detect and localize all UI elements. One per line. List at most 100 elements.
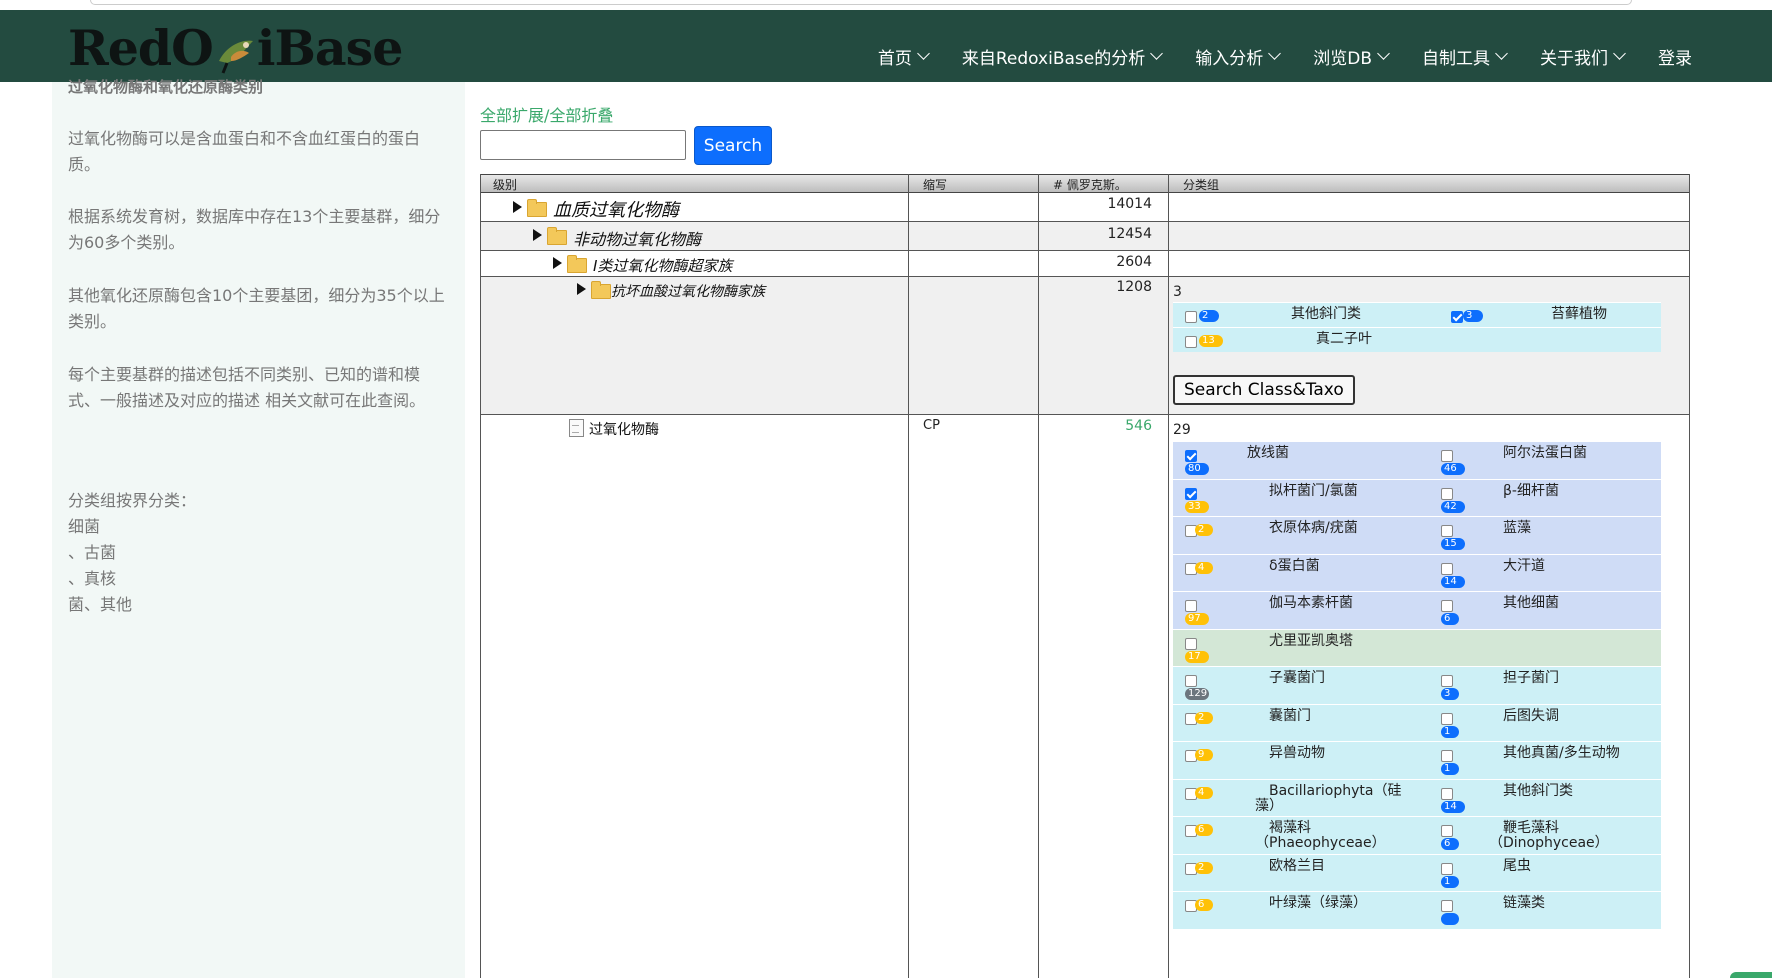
nav-about[interactable]: 关于我们 <box>1540 44 1626 69</box>
nav-login[interactable]: 登录 <box>1658 44 1692 69</box>
column-divider <box>1038 174 1039 978</box>
count-value: 1208 <box>1116 279 1152 295</box>
search-class-taxo-button[interactable]: Search Class&Taxo <box>1173 375 1355 405</box>
search-input[interactable] <box>480 130 686 160</box>
taxo-checkbox[interactable] <box>1441 862 1453 875</box>
expand-collapse-links: 全部扩展/全部折叠 <box>480 102 613 126</box>
taxo-checkbox-checked[interactable] <box>1451 311 1463 323</box>
count-value: 14014 <box>1107 196 1152 212</box>
table-row[interactable]: 过氧化物酶 CP 546 29 80 放线菌 46 阿尔法蛋白菌 33 拟杆菌门/氯菌 42… <box>481 415 1689 978</box>
taxo-checkbox[interactable] <box>1185 600 1197 612</box>
level-label[interactable]: 非动物过氧化物酶 <box>573 226 701 250</box>
nav-tools[interactable]: 自制工具 <box>1422 44 1508 69</box>
taxo-name: 叶绿藻（绿藻） <box>1269 896 1367 911</box>
taxo-checkbox-checked[interactable] <box>1185 487 1197 500</box>
count-badge: 14 <box>1441 575 1465 588</box>
level-label[interactable]: 血质过氧化物酶 <box>553 196 679 222</box>
count-badge: 6 <box>1195 899 1213 911</box>
collapse-all-link[interactable]: 全部折叠 <box>549 106 613 125</box>
taxo-name: 子囊菌门 <box>1269 671 1325 686</box>
table-row[interactable]: I类过氧化物酶超家族 2604 <box>481 251 1689 277</box>
folder-icon <box>547 227 567 245</box>
logo[interactable]: RedO iBase <box>68 24 403 75</box>
count-badge: 2 <box>1195 711 1213 724</box>
count-badge: 6 <box>1195 824 1213 836</box>
taxo-row: 97 伽马本素杆菌 6 其他细菌 <box>1173 591 1661 629</box>
count-badge: 97 <box>1185 613 1209 625</box>
taxo-checkbox[interactable] <box>1441 825 1453 837</box>
count-badge: 4 <box>1195 561 1213 574</box>
taxo-name: 后图失调 <box>1503 708 1559 724</box>
expand-triangle-icon[interactable] <box>577 283 586 295</box>
taxo-name: 其他真菌/多生动物 <box>1503 746 1620 761</box>
count-badge: 80 <box>1185 463 1209 475</box>
taxo-checkbox[interactable] <box>1441 600 1453 612</box>
taxo-name-line: 异兽动物 <box>1269 745 1325 761</box>
expand-all-link[interactable]: 全部扩展 <box>480 106 544 125</box>
expand-triangle-icon[interactable] <box>533 229 542 241</box>
taxo-checkbox[interactable] <box>1441 450 1453 462</box>
taxo-checkbox[interactable] <box>1441 675 1453 687</box>
folder-icon <box>527 199 547 217</box>
taxo-count: 29 <box>1173 422 1191 438</box>
taxo-name-line: 叶绿藻（绿藻） <box>1269 895 1367 911</box>
taxo-name: 尤里亚凯奥塔 <box>1269 632 1353 649</box>
search-button[interactable]: Search <box>694 126 772 165</box>
taxo-checkbox[interactable] <box>1185 675 1197 687</box>
level-label[interactable]: 抗坏血酸过氧化物酶家族 <box>611 281 765 301</box>
level-label[interactable]: 过氧化物酶 <box>589 419 659 439</box>
count-badge: 13 <box>1199 335 1223 347</box>
taxo-name-line: （Phaeophyceae） <box>1255 835 1386 851</box>
document-icon <box>569 419 584 437</box>
taxo-checkbox[interactable] <box>1185 336 1197 348</box>
count-value[interactable]: 546 <box>1125 418 1152 434</box>
level-label[interactable]: I类过氧化物酶超家族 <box>593 255 732 276</box>
taxo-name-line: 囊菌门 <box>1269 707 1311 724</box>
count-value: 12454 <box>1107 226 1152 242</box>
taxo-row: 4 δ蛋白菌 14 大汗道 <box>1173 553 1661 592</box>
taxo-row: 2 衣原体病/疣菌 15 蓝藻 <box>1173 516 1661 554</box>
nav-browse-db[interactable]: 浏览DB <box>1313 44 1390 69</box>
taxo-name-line: 尤里亚凯奥塔 <box>1269 632 1353 649</box>
sidebar-paragraph: 每个主要基群的描述包括不同类别、已知的谱和模式、一般描述及对应的描述 相关文献可… <box>68 365 426 410</box>
taxo-row: 2 欧格兰目 1 尾虫 <box>1173 853 1661 892</box>
taxo-checkbox[interactable] <box>1185 311 1197 323</box>
taxo-name: 异兽动物 <box>1269 746 1325 761</box>
count-badge: 46 <box>1441 463 1465 475</box>
taxo-checkbox[interactable] <box>1441 712 1453 725</box>
taxo-name: 衣原体病/疣菌 <box>1269 521 1358 536</box>
table-row[interactable]: 非动物过氧化物酶 12454 <box>481 222 1689 251</box>
taxo-checkbox[interactable] <box>1441 562 1453 575</box>
taxo-row: 9 异兽动物 1 其他真菌/多生动物 <box>1173 741 1661 779</box>
expand-triangle-icon[interactable] <box>553 257 562 269</box>
sidebar: 过氧化物酶和氧化还原酶类别 过氧化物酶可以是含血蛋白和不含血红蛋白的蛋白质。 根… <box>52 78 465 978</box>
header-taxo: 分类组 <box>1183 178 1220 192</box>
taxo-name: 囊菌门 <box>1269 707 1311 724</box>
taxo-checkbox[interactable] <box>1441 900 1453 912</box>
taxo-name: 其他斜门类 <box>1503 783 1573 799</box>
count-badge: 33 <box>1185 500 1209 513</box>
table-row[interactable]: 抗坏血酸过氧化物酶家族 1208 3 2 其他斜门类 3 苔藓植物 13 真二子… <box>481 277 1689 415</box>
sidebar-paragraph: 过氧化物酶可以是含血蛋白和不含血红蛋白的蛋白质。 <box>68 129 421 174</box>
taxo-row: 6 叶绿藻（绿藻） 链藻类 <box>1173 891 1661 929</box>
sidebar-line: 菌、其他 <box>68 595 133 614</box>
table-row[interactable]: 血质过氧化物酶 14014 <box>481 193 1689 222</box>
count-badge: 4 <box>1195 786 1213 799</box>
taxo-count: 3 <box>1173 284 1182 300</box>
taxo-checkbox[interactable] <box>1441 487 1453 500</box>
taxo-checkbox[interactable] <box>1441 525 1453 537</box>
count-badge: 6 <box>1441 838 1459 850</box>
count-badge: 1 <box>1441 763 1459 775</box>
taxo-name: 蓝藻 <box>1503 521 1531 536</box>
taxo-checkbox[interactable] <box>1441 787 1453 800</box>
nav-analysis[interactable]: 来自RedoxiBase的分析 <box>962 44 1164 69</box>
nav-home[interactable]: 首页 <box>878 44 930 69</box>
taxo-row: 6 褐藻科 （Phaeophyceae） 6 鞭毛藻科 （Dinophyceae） <box>1173 816 1661 854</box>
taxo-checkbox[interactable] <box>1185 637 1197 650</box>
nav-input-analysis[interactable]: 输入分析 <box>1195 44 1282 69</box>
taxo-checkbox-checked[interactable] <box>1185 450 1197 462</box>
header-level: 级别 <box>493 178 518 192</box>
table-header: 级别 缩写 # 佩罗克斯。 分类组 <box>481 174 1689 193</box>
expand-triangle-icon[interactable] <box>513 201 522 213</box>
taxo-checkbox[interactable] <box>1441 750 1453 762</box>
